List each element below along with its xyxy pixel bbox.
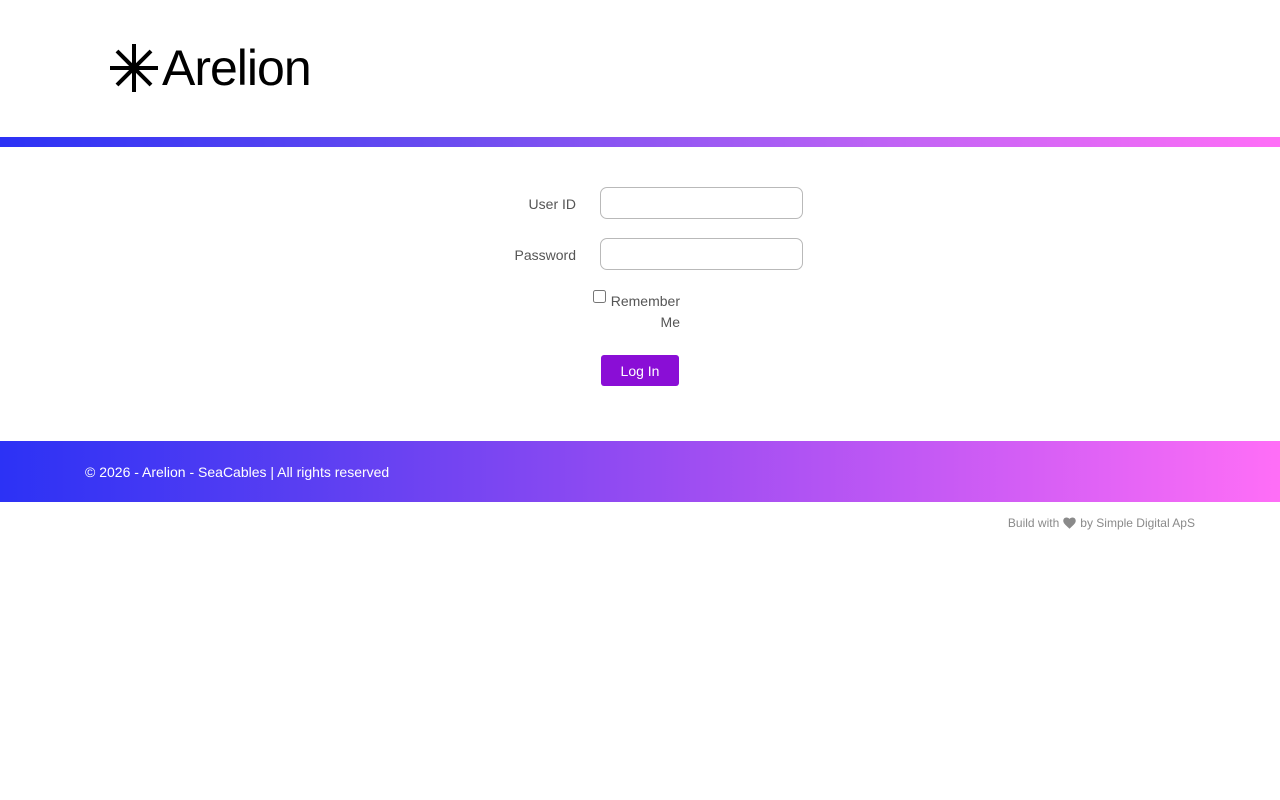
logo-text: Arelion	[162, 40, 312, 96]
remember-me-label[interactable]: Remember Me	[609, 291, 680, 333]
header-gradient-bar	[0, 137, 1280, 147]
userid-input[interactable]	[600, 187, 803, 219]
asterisk-logo-icon	[110, 44, 158, 92]
site-header: Arelion	[0, 0, 1280, 137]
login-button[interactable]: Log In	[601, 355, 679, 386]
remember-me-checkbox[interactable]	[593, 290, 606, 303]
credits-suffix: by Simple Digital ApS	[1080, 516, 1195, 530]
password-label: Password	[514, 247, 576, 263]
password-input[interactable]	[600, 238, 803, 270]
copyright-text: © 2026 - Arelion - SeaCables | All right…	[85, 464, 390, 480]
login-form: User ID Password Remember Me Log In	[0, 147, 1280, 441]
credits[interactable]: Build with by Simple Digital ApS	[1008, 516, 1195, 530]
heart-icon	[1063, 517, 1076, 529]
site-footer: © 2026 - Arelion - SeaCables | All right…	[0, 441, 1280, 502]
userid-label: User ID	[528, 196, 576, 212]
credits-prefix: Build with	[1007, 516, 1060, 530]
arelion-logo[interactable]: Arelion	[108, 40, 312, 96]
